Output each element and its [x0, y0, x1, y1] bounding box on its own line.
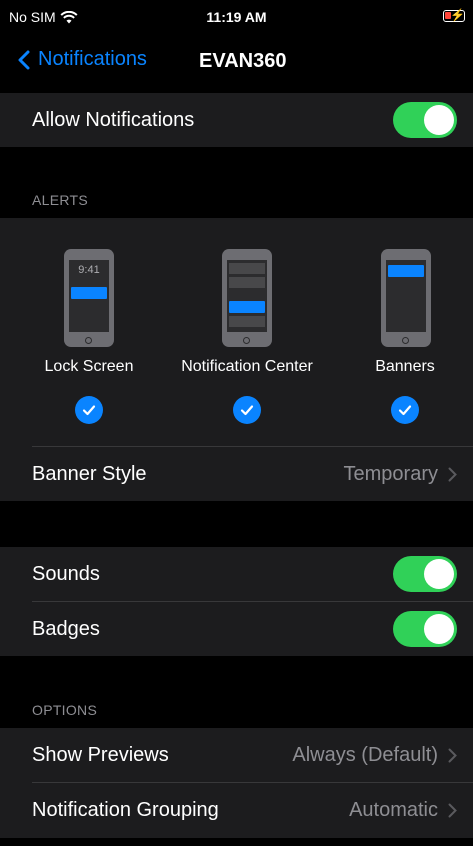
chevron-left-icon [18, 50, 30, 69]
banner-style-label: Banner Style [32, 462, 147, 485]
back-button[interactable]: Notifications [18, 48, 147, 71]
lock-screen-label: Lock Screen [44, 358, 134, 375]
checkmark-icon [82, 405, 96, 416]
banners-checkbox[interactable] [391, 396, 419, 424]
notification-grouping-value: Automatic [349, 798, 438, 821]
sounds-badges-group: Sounds Badges [0, 547, 473, 656]
banners-phone-icon[interactable] [381, 249, 431, 347]
show-previews-row[interactable]: Show Previews Always (Default) [0, 728, 473, 782]
sounds-toggle[interactable] [393, 556, 457, 592]
banners-label: Banners [375, 358, 435, 375]
badges-toggle[interactable] [393, 611, 457, 647]
lock-screen-checkbox[interactable] [75, 396, 103, 424]
allow-notifications-label: Allow Notifications [32, 108, 195, 131]
allow-notifications-row: Allow Notifications [0, 93, 473, 147]
allow-group: Allow Notifications [0, 93, 473, 147]
alerts-group: 9:41 Lock Screen Notification Center Ban… [0, 218, 473, 501]
sounds-row: Sounds [0, 547, 473, 601]
battery-charging-icon: ⚡ [443, 8, 465, 22]
alert-styles: 9:41 Lock Screen Notification Center Ban… [0, 218, 473, 446]
alerts-header: ALERTS [32, 192, 89, 208]
page-title: EVAN360 [199, 50, 287, 72]
badges-label: Badges [32, 617, 100, 640]
show-previews-label: Show Previews [32, 743, 169, 766]
status-time: 11:19 AM [206, 9, 267, 25]
notification-grouping-row[interactable]: Notification Grouping Automatic [0, 783, 473, 837]
status-bar: No SIM 11:19 AM ⚡ [0, 0, 473, 34]
banner-style-row[interactable]: Banner Style Temporary [0, 447, 473, 501]
chevron-right-icon [448, 803, 457, 817]
allow-notifications-toggle[interactable] [393, 102, 457, 138]
lock-screen-phone-icon[interactable]: 9:41 [64, 249, 114, 347]
nav-bar: Notifications EVAN360 [0, 34, 473, 90]
show-previews-value: Always (Default) [292, 743, 438, 766]
notification-center-checkbox[interactable] [233, 396, 261, 424]
banner-style-value: Temporary [343, 462, 438, 485]
checkmark-icon [398, 405, 412, 416]
chevron-right-icon [448, 467, 457, 481]
chevron-right-icon [448, 748, 457, 762]
options-header: OPTIONS [32, 702, 98, 718]
sounds-label: Sounds [32, 562, 100, 585]
back-label: Notifications [38, 48, 147, 70]
checkmark-icon [240, 405, 254, 416]
badges-row: Badges [0, 602, 473, 656]
notification-grouping-label: Notification Grouping [32, 798, 219, 821]
notification-center-label: Notification Center [181, 358, 313, 375]
notification-center-phone-icon[interactable] [222, 249, 272, 347]
options-group: Show Previews Always (Default) Notificat… [0, 728, 473, 838]
lock-screen-time: 9:41 [78, 264, 100, 276]
